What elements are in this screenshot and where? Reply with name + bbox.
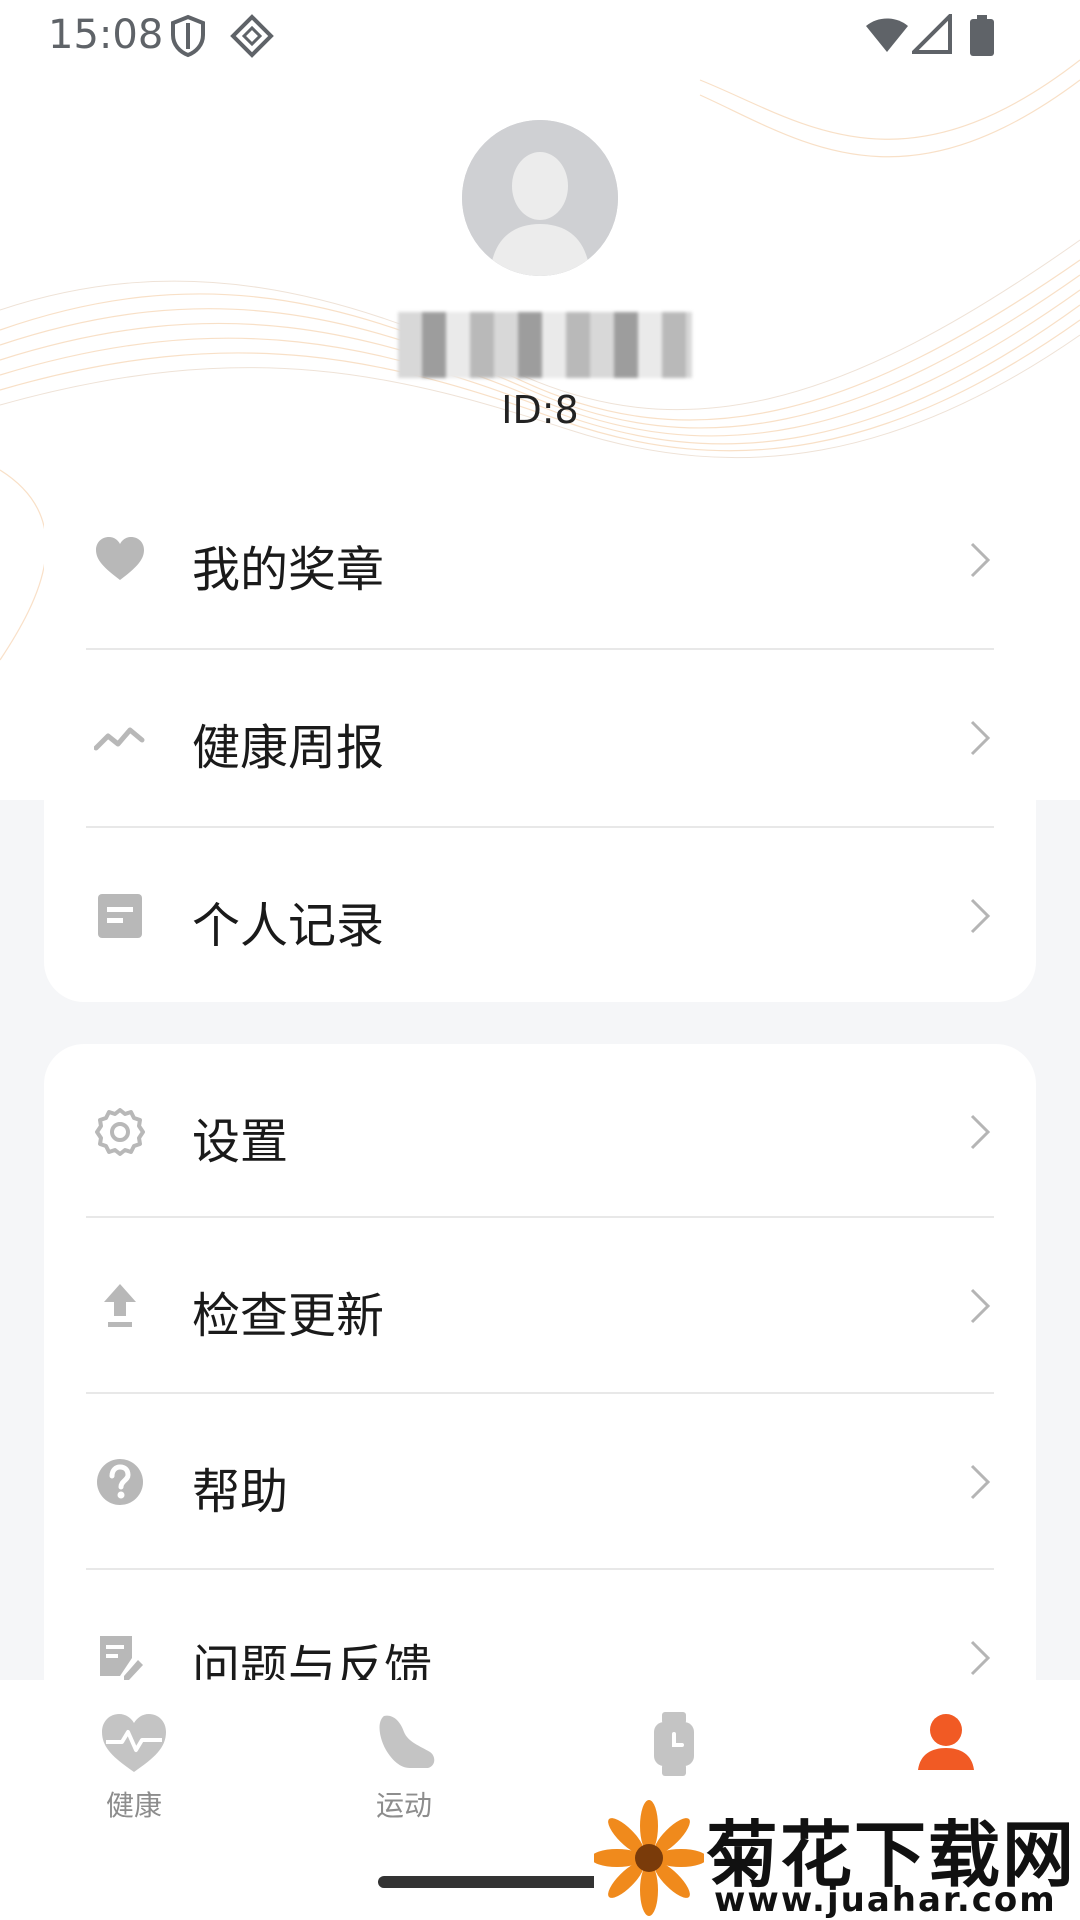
feedback-edit-icon <box>100 1636 143 1680</box>
menu-label: 个人记录 <box>192 898 385 954</box>
chevron-right-icon <box>970 1464 991 1500</box>
heart-icon <box>96 537 144 580</box>
status-bar: 15:08 <box>0 0 1080 72</box>
menu-item-health-weekly[interactable]: 健康周报 <box>44 650 1036 825</box>
watermark-url: www.juahar.com <box>714 1880 1057 1920</box>
menu-item-personal-records[interactable]: 个人记录 <box>44 828 1036 1003</box>
menu-item-settings[interactable]: 设置 <box>44 1044 1036 1219</box>
chevron-right-icon <box>970 898 991 934</box>
chevron-right-icon <box>970 542 991 578</box>
username-redacted <box>398 312 692 378</box>
chevron-right-icon <box>970 720 991 756</box>
flower-logo-icon <box>594 1800 704 1916</box>
tab-label: 运动 <box>375 1789 432 1822</box>
shield-icon <box>171 14 205 58</box>
gear-icon <box>95 1108 145 1156</box>
avatar-placeholder-icon <box>462 120 618 276</box>
battery-icon <box>970 15 994 56</box>
wifi-icon <box>866 18 908 52</box>
help-circle-icon <box>97 1459 143 1505</box>
menu-card-primary: 我的奖章 健康周报 个人记录 <box>44 472 1036 1002</box>
avatar[interactable] <box>462 120 618 276</box>
menu-label: 健康周报 <box>192 720 385 776</box>
menu-item-help[interactable]: 帮助 <box>44 1394 1036 1569</box>
user-id: ID:8 <box>501 388 579 432</box>
vpn-diamond-icon <box>230 14 274 58</box>
menu-label: 设置 <box>192 1114 289 1170</box>
watch-icon <box>654 1712 694 1776</box>
heart-pulse-icon <box>102 1714 166 1772</box>
person-icon <box>918 1714 974 1770</box>
menu-card-secondary: 设置 检查更新 帮助 问题与反馈 <box>44 1044 1036 1744</box>
shoe-icon <box>379 1715 435 1768</box>
menu-label: 检查更新 <box>192 1288 385 1344</box>
tab-health[interactable]: 健康 <box>34 1680 234 1840</box>
menu-item-medals[interactable]: 我的奖章 <box>44 472 1036 647</box>
tab-sport[interactable]: 运动 <box>304 1680 504 1840</box>
tab-label: 健康 <box>105 1789 162 1822</box>
document-icon <box>98 894 142 938</box>
cellular-signal-icon <box>912 14 952 54</box>
menu-label: 我的奖章 <box>192 542 385 598</box>
chevron-right-icon <box>970 1288 991 1324</box>
watermark: 菊花下载网 www.juahar.com <box>594 1796 1080 1920</box>
chevron-right-icon <box>970 1114 991 1150</box>
upload-arrow-icon <box>104 1284 136 1327</box>
trend-line-icon <box>94 727 145 751</box>
chevron-right-icon <box>970 1640 991 1676</box>
status-time: 15:08 <box>48 12 164 58</box>
menu-item-check-update[interactable]: 检查更新 <box>44 1218 1036 1393</box>
menu-label: 帮助 <box>192 1464 289 1520</box>
